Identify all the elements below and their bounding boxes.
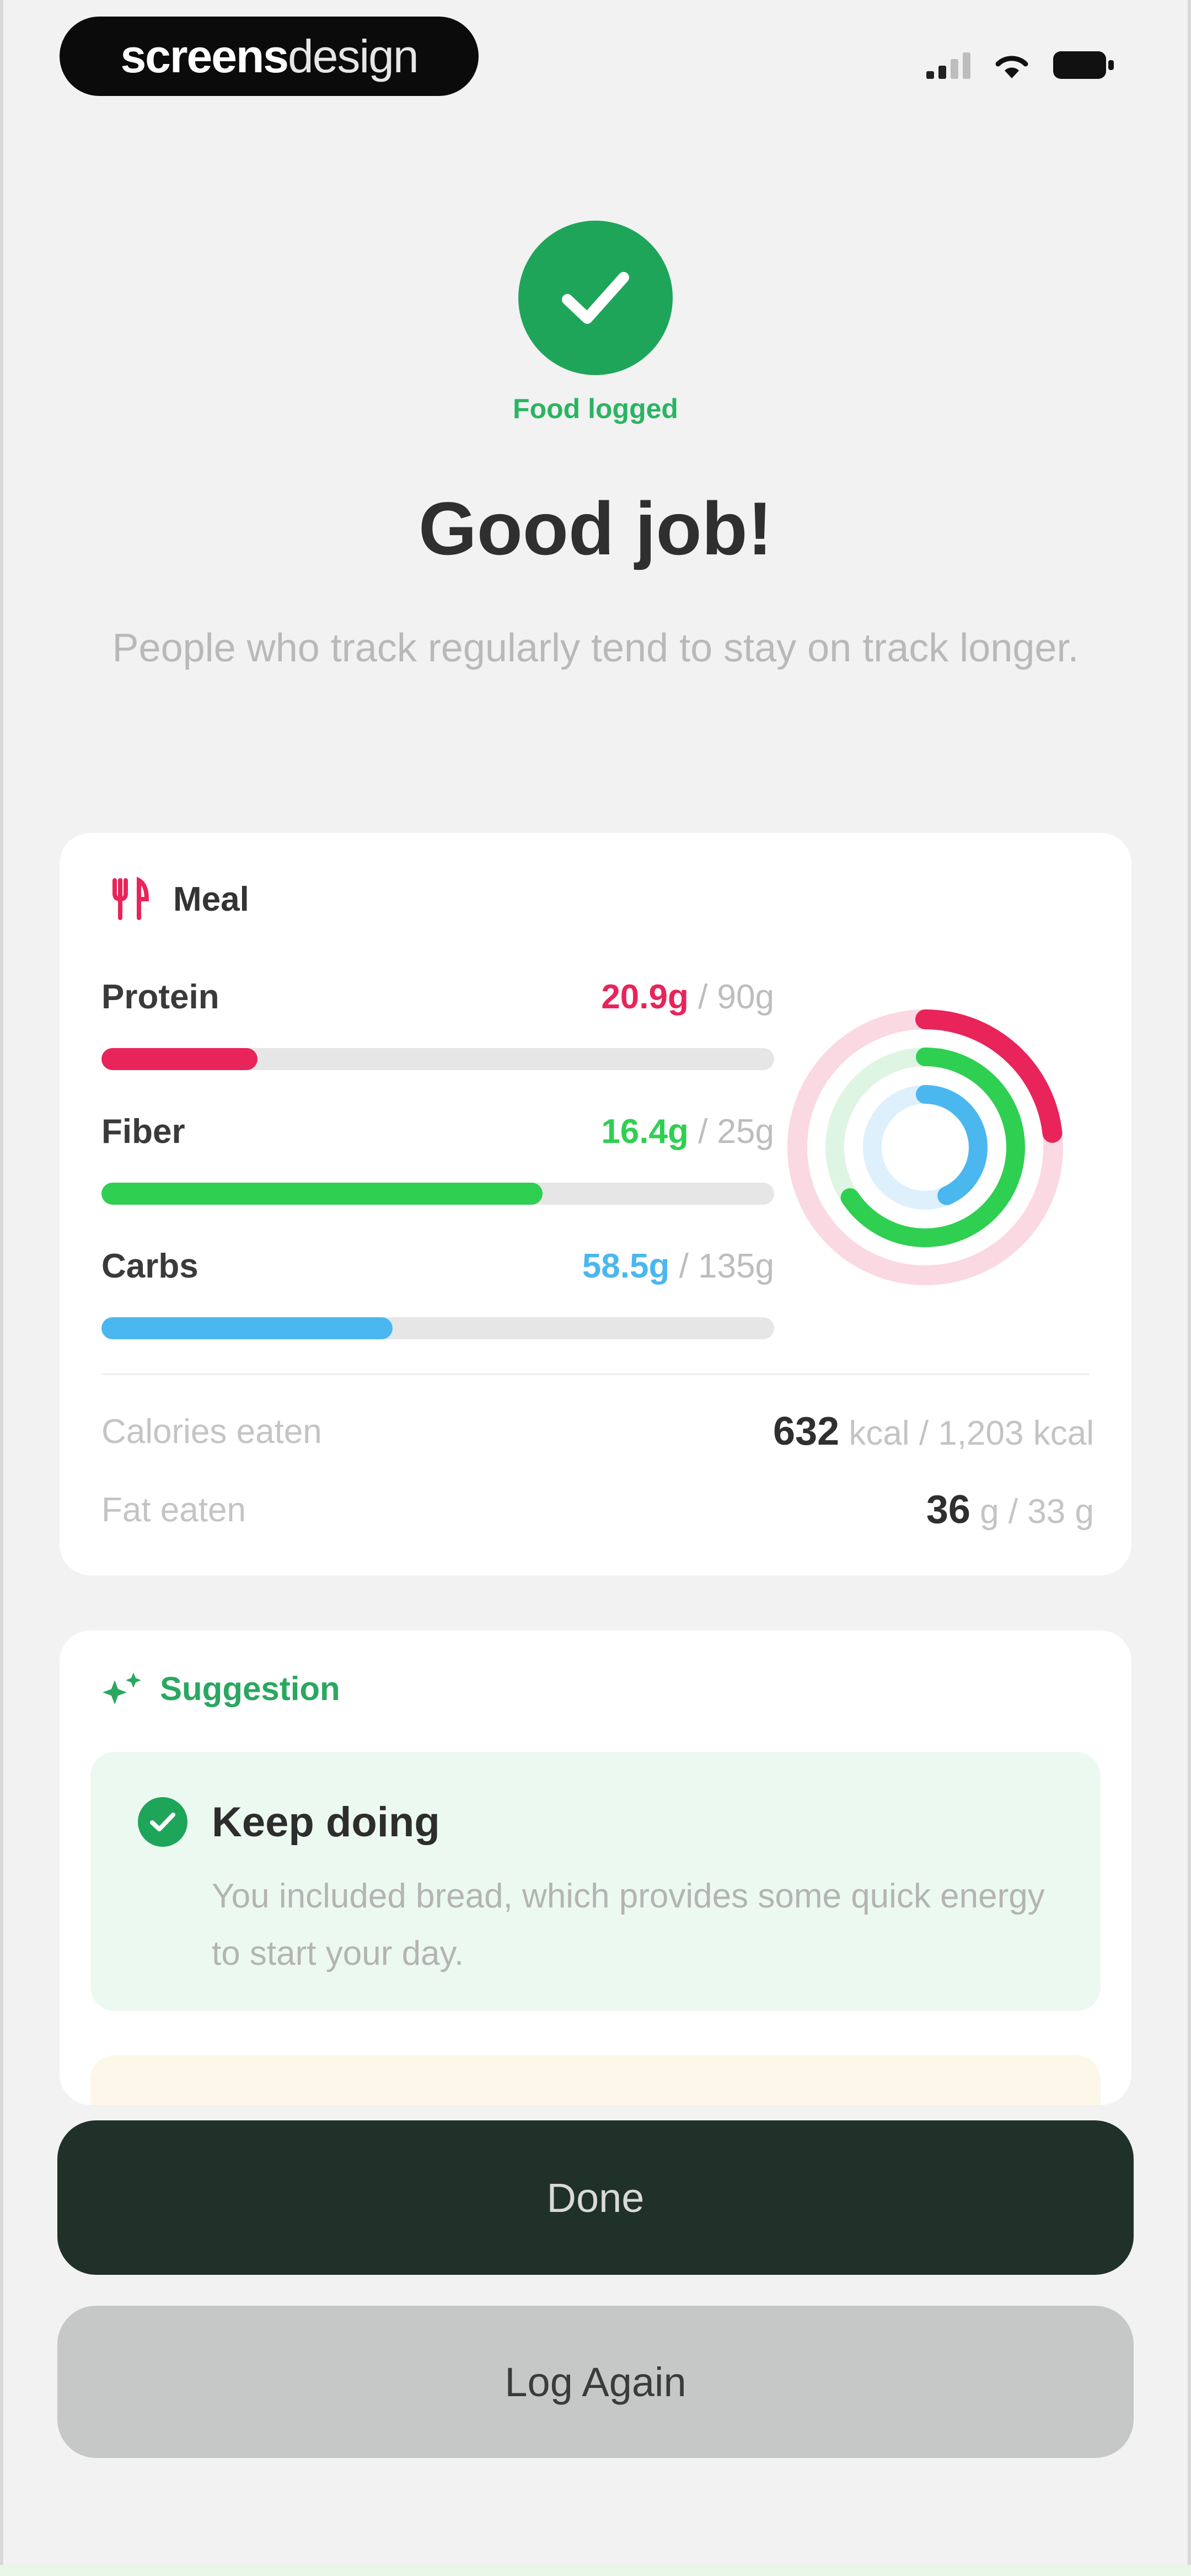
page-subtitle: People who track regularly tend to stay … (112, 626, 1079, 670)
food-logged-label: Food logged (513, 393, 678, 424)
page-title: Good job! (418, 487, 772, 570)
stat-row-fat: Fat eaten 36 g / 33 g (101, 1487, 1094, 1540)
sparkle-icon (103, 1672, 141, 1704)
success-check-icon (518, 221, 673, 375)
tip-body: You included bread, which provides some … (212, 1877, 1045, 1973)
nutrient-name: Fiber (101, 1113, 185, 1151)
nutrient-value: 58.5g / 135g (582, 1247, 774, 1286)
suggestion-header: Suggestion (101, 1669, 340, 1708)
nutrient-name: Protein (101, 978, 219, 1016)
next-suggestion-peek (90, 2055, 1101, 2105)
stat-unit: g / 33 g (980, 1493, 1094, 1531)
nutrient-progress-track (101, 1048, 774, 1070)
stat-label: Fat eaten (101, 1491, 246, 1529)
nutrient-target: / 135g (679, 1247, 774, 1285)
nutrient-progress-fill (101, 1317, 393, 1339)
meal-summary-card: Meal Protein 20.9g / 90g Fiber 16.4g / 2… (60, 833, 1131, 1575)
stat-label: Calories eaten (101, 1413, 322, 1451)
nutrient-eaten: 16.4g (601, 1113, 689, 1151)
tip-title: Keep doing (212, 1799, 440, 1846)
stat-value: 632 kcal / 1,203 kcal (773, 1409, 1094, 1454)
device-frame-right (1188, 0, 1191, 2576)
nutrient-progress-fill (101, 1183, 543, 1205)
check-circle-icon (138, 1797, 187, 1847)
brand-text-light: design (288, 30, 419, 82)
nutrient-progress-track (101, 1317, 774, 1339)
nutrient-eaten: 58.5g (582, 1247, 670, 1285)
nutrient-progress-fill (101, 1048, 258, 1070)
brand-text-bold: screens (120, 30, 289, 82)
nutrient-name: Carbs (101, 1247, 198, 1285)
nutrient-target: / 90g (698, 978, 774, 1016)
suggestion-tip: Keep doing You included bread, which pro… (90, 1752, 1101, 2011)
nutrient-progress-track (101, 1183, 774, 1205)
stat-value: 36 g / 33 g (926, 1487, 1094, 1532)
bottom-bar (0, 2565, 1191, 2576)
cellular-signal-icon (926, 51, 970, 79)
log-again-button[interactable]: Log Again (57, 2306, 1134, 2458)
fork-knife-icon (112, 877, 149, 920)
nutrient-value: 16.4g / 25g (601, 1112, 774, 1151)
stat-unit: kcal / 1,203 kcal (849, 1414, 1094, 1452)
nutrient-rings-chart (787, 1009, 1063, 1285)
divider (101, 1373, 1090, 1375)
nutrient-value: 20.9g / 90g (601, 977, 774, 1017)
stat-row-calories: Calories eaten 632 kcal / 1,203 kcal (101, 1409, 1094, 1462)
device-frame-left (0, 0, 3, 2576)
meal-header-label: Meal (173, 880, 249, 918)
stat-number: 36 (926, 1488, 970, 1532)
status-icons (926, 49, 1114, 82)
suggestion-header-label: Suggestion (160, 1670, 340, 1707)
brand-watermark: screens design (60, 17, 479, 96)
wifi-icon (995, 56, 1028, 78)
suggestion-card: Suggestion Keep doing You included bread… (60, 1631, 1131, 2105)
meal-header: Meal (107, 877, 249, 921)
nutrient-eaten: 20.9g (601, 978, 689, 1016)
done-button[interactable]: Done (57, 2120, 1134, 2275)
battery-icon (1053, 51, 1114, 79)
stat-number: 632 (773, 1409, 840, 1453)
nutrient-target: / 25g (698, 1113, 774, 1151)
